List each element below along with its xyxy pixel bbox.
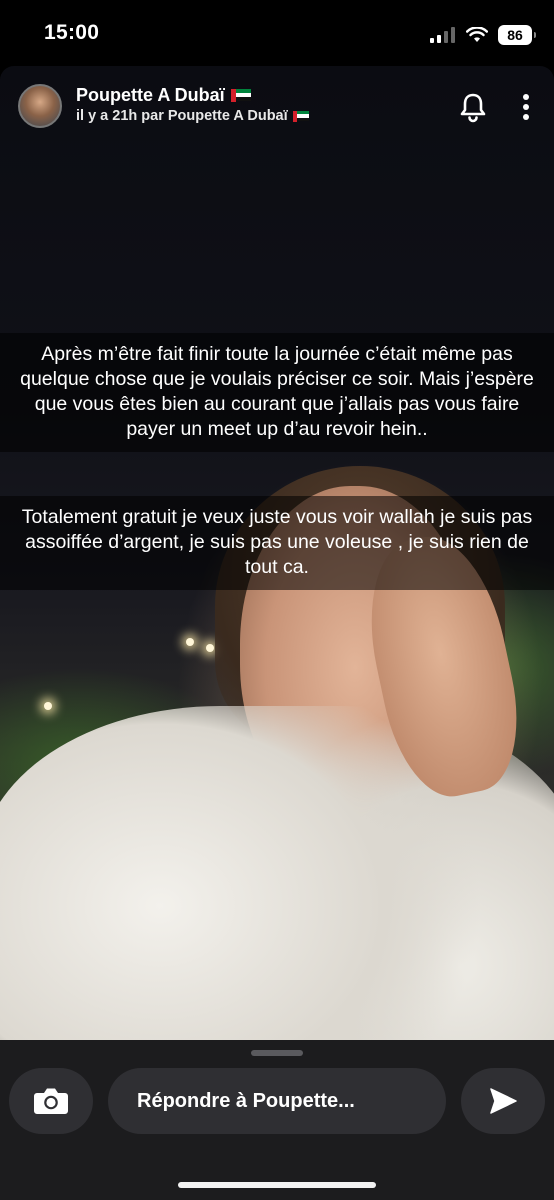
street-light: [44, 702, 52, 710]
home-indicator: [178, 1182, 376, 1188]
drag-handle[interactable]: [251, 1050, 303, 1056]
story-header: Poupette A Dubaï il y a 21h par Poupette…: [0, 80, 554, 140]
more-options-button[interactable]: [512, 90, 540, 124]
battery-level: 86: [507, 27, 523, 43]
uae-flag-icon: [292, 110, 309, 122]
camera-button[interactable]: [9, 1068, 93, 1134]
status-icons: 86: [430, 22, 536, 48]
send-icon: [490, 1088, 517, 1114]
more-vertical-icon: [523, 94, 529, 120]
wifi-icon: [466, 27, 488, 42]
reply-bar: Répondre à Poupette...: [0, 1040, 554, 1200]
reply-placeholder: Répondre à Poupette...: [137, 1089, 355, 1112]
cellular-signal-icon: [430, 27, 455, 43]
notification-button[interactable]: [456, 90, 490, 124]
reply-input[interactable]: Répondre à Poupette...: [108, 1068, 446, 1134]
street-light: [206, 644, 214, 652]
camera-icon: [34, 1088, 68, 1114]
header-text: Poupette A Dubaï il y a 21h par Poupette…: [76, 84, 309, 126]
story-timestamp: il y a 21h par Poupette A Dubaï: [76, 108, 288, 124]
send-button[interactable]: [461, 1068, 545, 1134]
street-light: [186, 638, 194, 646]
status-time: 15:00: [44, 21, 100, 44]
status-bar: 15:00 86: [0, 0, 554, 66]
author-name[interactable]: Poupette A Dubaï: [76, 84, 225, 106]
story-subtitle: il y a 21h par Poupette A Dubaï: [76, 106, 309, 126]
battery-icon: 86: [498, 25, 536, 45]
story-caption: Après m’être fait finir toute la journée…: [0, 333, 554, 452]
story-author-name[interactable]: Poupette A Dubaï: [76, 84, 309, 106]
story-caption: Totalement gratuit je veux juste vous vo…: [0, 496, 554, 590]
avatar[interactable]: [18, 84, 62, 128]
bell-icon: [460, 93, 486, 123]
uae-flag-icon: [230, 88, 251, 102]
story-view[interactable]: Poupette A Dubaï il y a 21h par Poupette…: [0, 66, 554, 1042]
